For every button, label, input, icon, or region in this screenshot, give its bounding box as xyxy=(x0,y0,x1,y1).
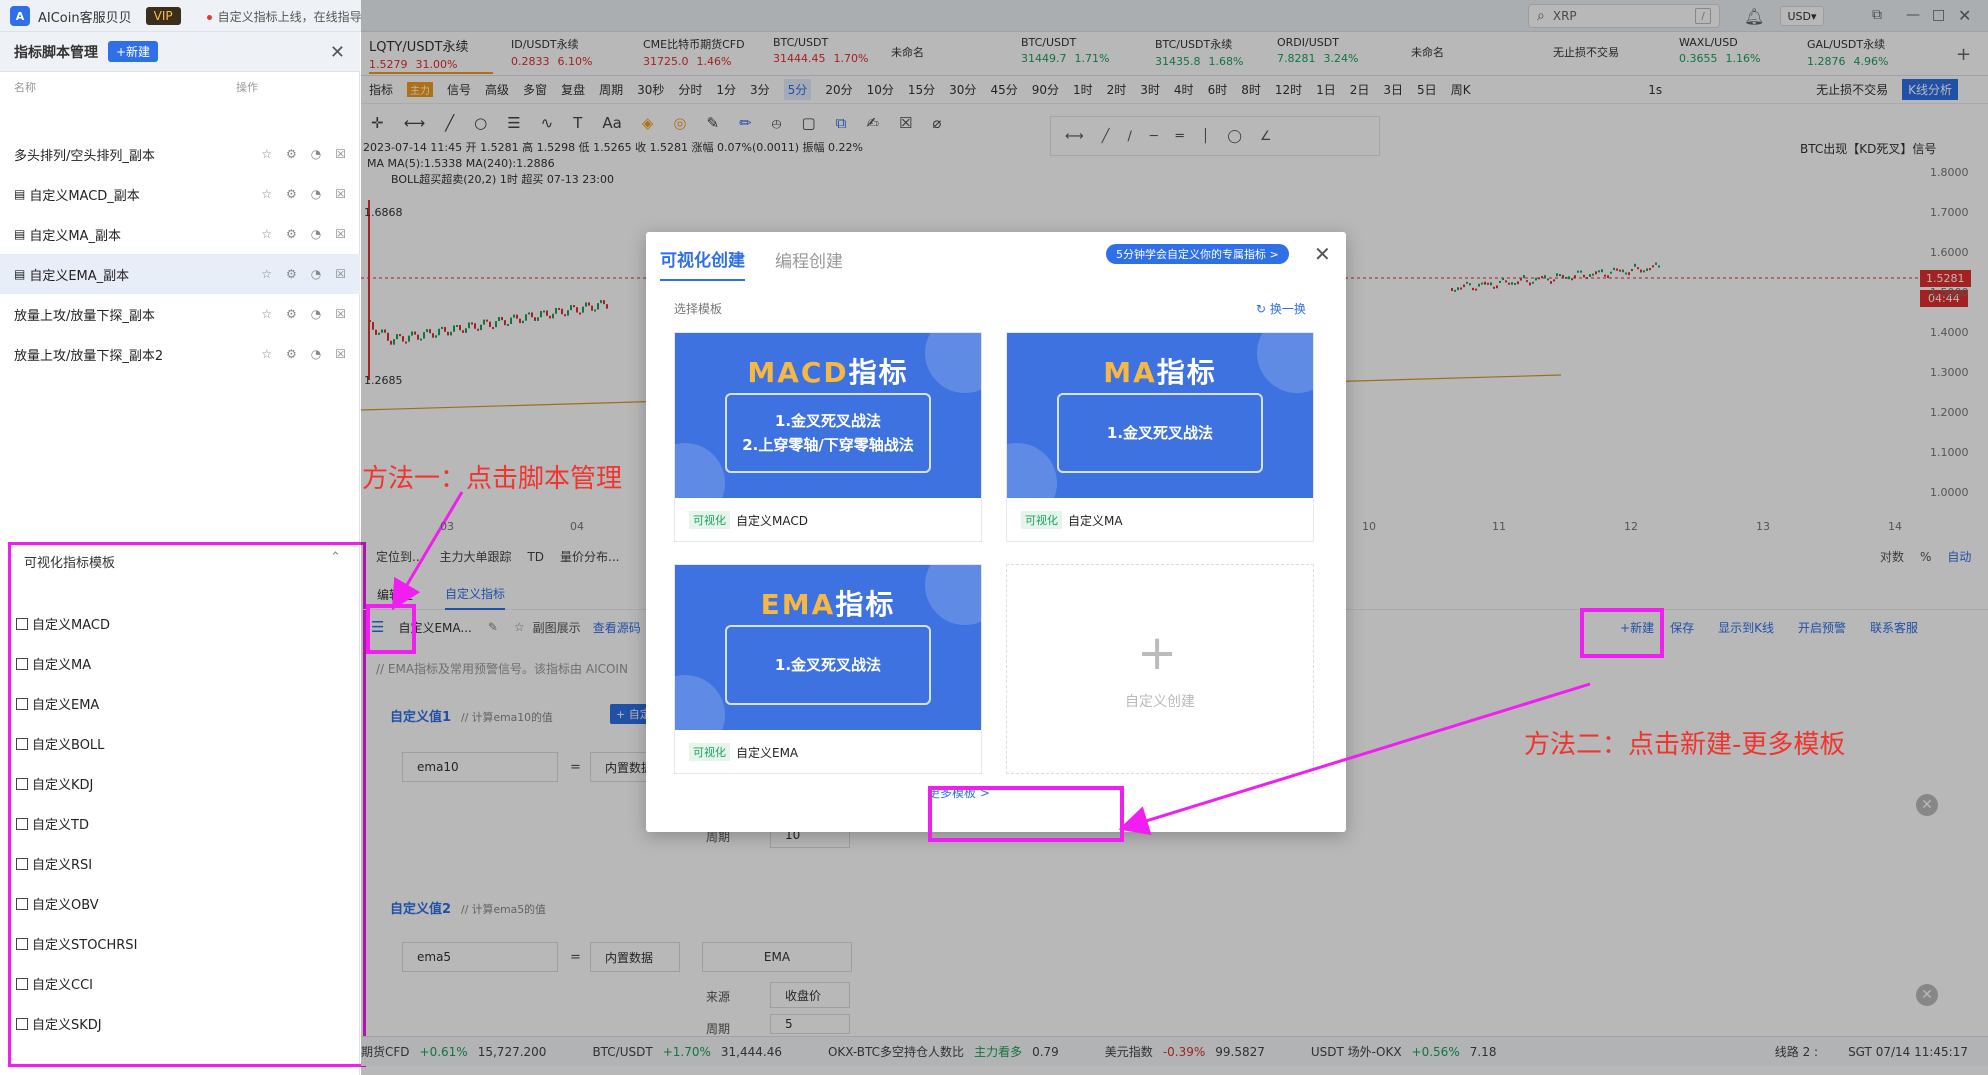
arrow-method2 xyxy=(1118,682,1591,836)
x-tick-label: 12 xyxy=(1624,520,1638,533)
y-tick-label: 1.1000 xyxy=(1930,446,1969,459)
x-tick-label: 13 xyxy=(1756,520,1770,533)
x-tick-label: 10 xyxy=(1362,520,1376,533)
x-tick-label: 04 xyxy=(570,520,584,533)
y-tick-label: 1.0000 xyxy=(1930,486,1969,499)
x-tick-label: 11 xyxy=(1492,520,1506,533)
y-tick-label: 1.3000 xyxy=(1930,366,1969,379)
y-tick-label: 1.5000 xyxy=(1930,286,1969,299)
y-tick-label: 1.6000 xyxy=(1930,246,1969,259)
y-tick-label: 1.2000 xyxy=(1930,406,1969,419)
y-tick-label: 1.7000 xyxy=(1930,206,1969,219)
annotation-arrows xyxy=(391,491,1591,836)
y-tick-label: 1.8000 xyxy=(1930,166,1969,179)
arrow-method1 xyxy=(391,491,464,611)
y-tick-label: 1.4000 xyxy=(1930,326,1969,339)
x-tick-label: 14 xyxy=(1888,520,1902,533)
x-tick-label: 03 xyxy=(440,520,454,533)
